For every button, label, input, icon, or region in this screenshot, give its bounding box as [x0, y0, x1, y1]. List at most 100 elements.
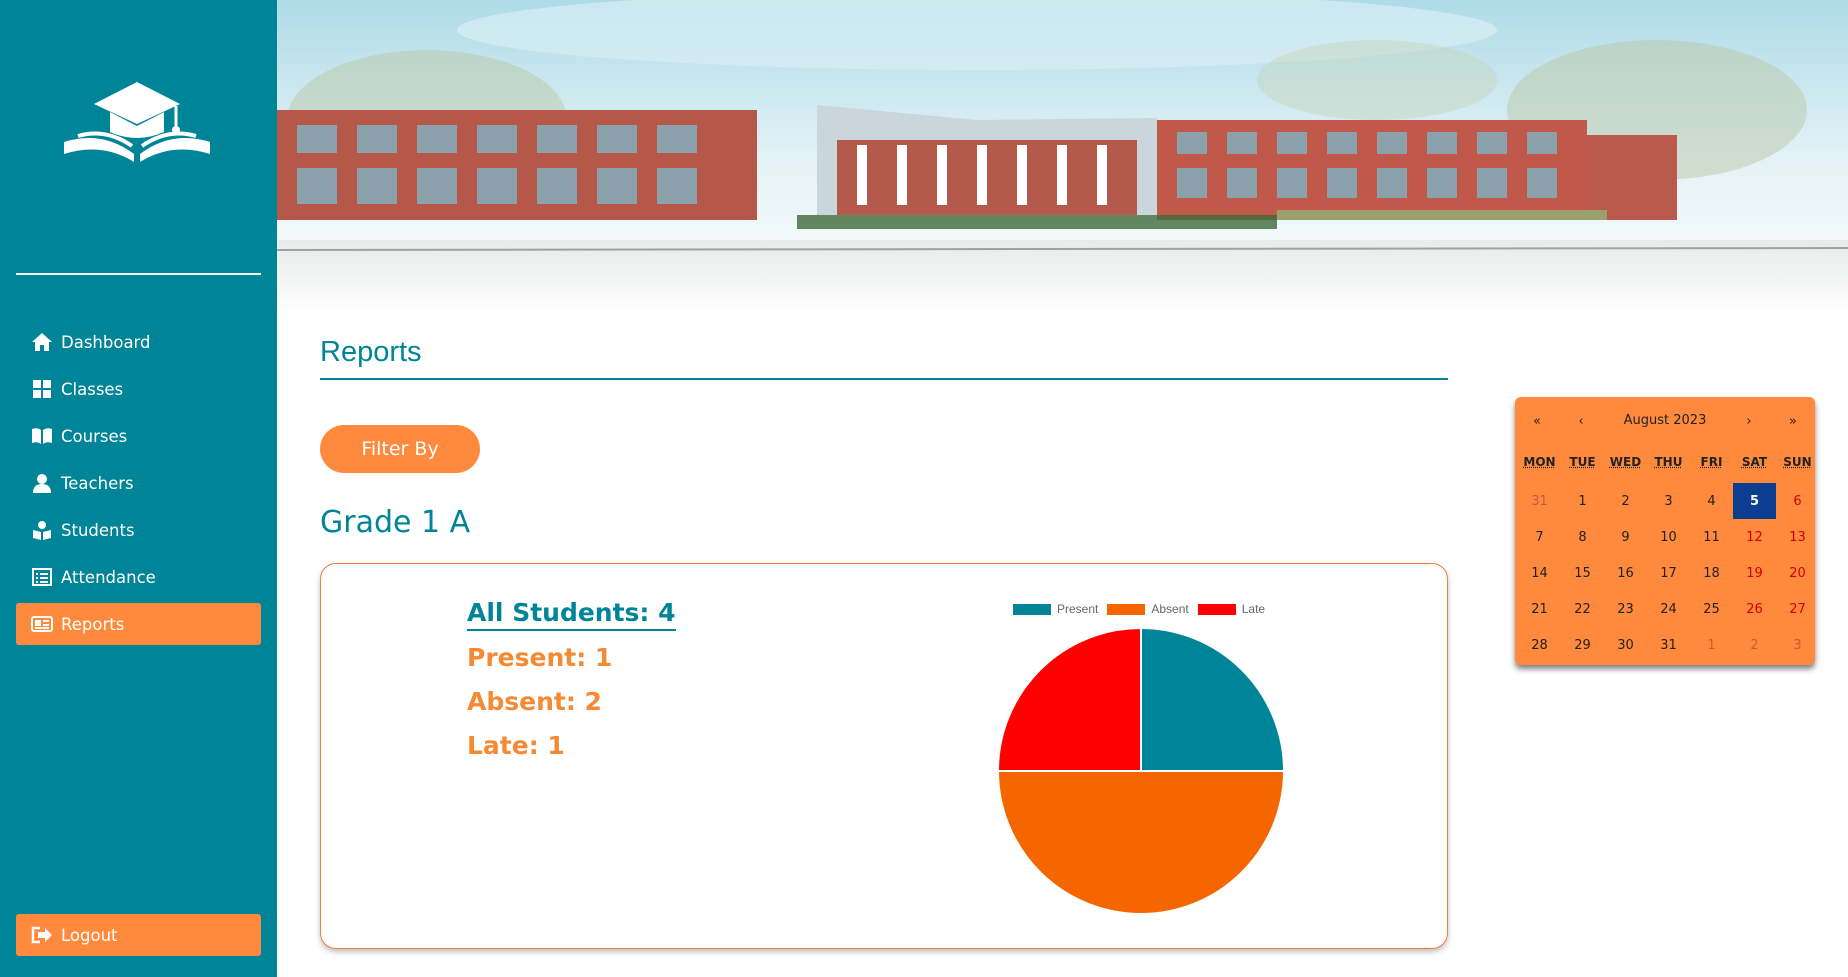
- calendar-day[interactable]: 1: [1561, 483, 1604, 519]
- report-icon: [31, 613, 53, 635]
- calendar-grid: MON TUE WED THU FRI SAT SUN 31 1 2 3 4 5 6 7 8 9 10 11 12 13…: [1518, 455, 1819, 663]
- sidebar-item-attendance[interactable]: Attendance: [16, 556, 261, 598]
- list-icon: [31, 566, 53, 588]
- calendar-next-month-button[interactable]: ›: [1737, 411, 1761, 431]
- calendar-day[interactable]: 10: [1647, 519, 1690, 555]
- calendar-day[interactable]: 26: [1733, 591, 1776, 627]
- calendar-next-year-button[interactable]: »: [1781, 411, 1805, 431]
- calendar-day[interactable]: 6: [1776, 483, 1819, 519]
- calendar-day[interactable]: 4: [1690, 483, 1733, 519]
- legend-swatch: [1013, 603, 1051, 615]
- all-students-link[interactable]: All Students: 4: [467, 598, 676, 631]
- logout-icon: [31, 924, 53, 946]
- calendar-day[interactable]: 17: [1647, 555, 1690, 591]
- book-icon: [31, 425, 53, 447]
- legend-label: Absent: [1151, 602, 1189, 616]
- late-count: Late: 1: [467, 731, 565, 760]
- calendar-weekday: SUN: [1783, 455, 1812, 469]
- sidebar-item-label: Teachers: [61, 473, 134, 493]
- calendar-day[interactable]: 28: [1518, 627, 1561, 663]
- calendar-day[interactable]: 25: [1690, 591, 1733, 627]
- calendar-prev-year-button[interactable]: «: [1525, 411, 1549, 431]
- sidebar: Dashboard Classes Courses Teachers Stude…: [0, 0, 277, 977]
- calendar-day[interactable]: 30: [1604, 627, 1647, 663]
- graduation-book-icon: [64, 82, 210, 162]
- sidebar-item-label: Classes: [61, 379, 124, 399]
- calendar-day[interactable]: 7: [1518, 519, 1561, 555]
- calendar-day[interactable]: 8: [1561, 519, 1604, 555]
- calendar-weekday: TUE: [1569, 455, 1596, 469]
- legend-item[interactable]: Absent: [1107, 602, 1189, 616]
- sidebar-item-label: Courses: [61, 426, 128, 446]
- calendar-day[interactable]: 21: [1518, 591, 1561, 627]
- legend-label: Present: [1057, 602, 1099, 616]
- calendar-prev-month-button[interactable]: ‹: [1569, 411, 1593, 431]
- present-count: Present: 1: [467, 643, 613, 672]
- calendar-day[interactable]: 14: [1518, 555, 1561, 591]
- calendar-day[interactable]: 16: [1604, 555, 1647, 591]
- calendar-day[interactable]: 31: [1518, 483, 1561, 519]
- sidebar-nav: Dashboard Classes Courses Teachers Stude…: [16, 321, 261, 650]
- calendar: « ‹ August 2023 › » MON TUE WED THU FRI SAT SU…: [1515, 397, 1815, 665]
- student-icon: [31, 519, 53, 541]
- calendar-day[interactable]: 3: [1647, 483, 1690, 519]
- logout-label: Logout: [61, 925, 118, 945]
- calendar-day[interactable]: 9: [1604, 519, 1647, 555]
- calendar-weekday: SAT: [1741, 455, 1768, 469]
- legend-item[interactable]: Present: [1013, 602, 1098, 616]
- sidebar-item-label: Dashboard: [61, 332, 151, 352]
- calendar-weekday: THU: [1654, 455, 1683, 469]
- calendar-day[interactable]: 5: [1733, 483, 1776, 519]
- calendar-weekday: FRI: [1700, 455, 1723, 469]
- calendar-day[interactable]: 29: [1561, 627, 1604, 663]
- home-icon: [31, 331, 53, 353]
- calendar-weekday: WED: [1609, 455, 1642, 469]
- calendar-day[interactable]: 3: [1776, 627, 1819, 663]
- sidebar-item-label: Reports: [61, 614, 125, 634]
- calendar-weekday: MON: [1523, 455, 1556, 469]
- pie-slice-absent[interactable]: [998, 770, 1284, 914]
- calendar-day[interactable]: 31: [1647, 627, 1690, 663]
- pie-slice-late[interactable]: [998, 628, 1142, 772]
- calendar-day[interactable]: 2: [1604, 483, 1647, 519]
- group-title: Grade 1 A: [320, 505, 471, 540]
- calendar-day[interactable]: 2: [1733, 627, 1776, 663]
- calendar-day[interactable]: 1: [1690, 627, 1733, 663]
- user-icon: [31, 472, 53, 494]
- sidebar-item-classes[interactable]: Classes: [16, 368, 261, 410]
- school-banner-image: [277, 0, 1848, 317]
- calendar-day[interactable]: 20: [1776, 555, 1819, 591]
- attendance-pie-chart: [998, 628, 1284, 914]
- calendar-day[interactable]: 19: [1733, 555, 1776, 591]
- calendar-day[interactable]: 12: [1733, 519, 1776, 555]
- legend-label: Late: [1241, 602, 1266, 616]
- sidebar-item-dashboard[interactable]: Dashboard: [16, 321, 261, 363]
- calendar-day[interactable]: 11: [1690, 519, 1733, 555]
- filter-by-button[interactable]: Filter By: [320, 425, 480, 473]
- chart-legend: Present Absent Late: [1013, 602, 1274, 616]
- legend-swatch: [1197, 603, 1236, 615]
- report-card: All Students: 4 Present: 1 Absent: 2 Lat…: [320, 563, 1448, 949]
- sidebar-item-label: Students: [61, 520, 135, 540]
- legend-item[interactable]: Late: [1197, 602, 1266, 616]
- calendar-day[interactable]: 27: [1776, 591, 1819, 627]
- calendar-day[interactable]: 22: [1561, 591, 1604, 627]
- sidebar-item-students[interactable]: Students: [16, 509, 261, 551]
- sidebar-item-courses[interactable]: Courses: [16, 415, 261, 457]
- calendar-month-label[interactable]: August 2023: [1595, 411, 1735, 431]
- calendar-day[interactable]: 13: [1776, 519, 1819, 555]
- calendar-day[interactable]: 24: [1647, 591, 1690, 627]
- calendar-day[interactable]: 15: [1561, 555, 1604, 591]
- absent-count: Absent: 2: [467, 687, 602, 716]
- grid-icon: [31, 378, 53, 400]
- calendar-day[interactable]: 18: [1690, 555, 1733, 591]
- page-title: Reports: [320, 336, 1448, 380]
- pie-slice-present[interactable]: [1140, 628, 1284, 772]
- calendar-day[interactable]: 23: [1604, 591, 1647, 627]
- sidebar-divider: [16, 273, 261, 275]
- legend-swatch: [1107, 603, 1146, 615]
- sidebar-item-label: Attendance: [61, 567, 156, 587]
- sidebar-item-teachers[interactable]: Teachers: [16, 462, 261, 504]
- logout-button[interactable]: Logout: [16, 914, 261, 956]
- sidebar-item-reports[interactable]: Reports: [16, 603, 261, 645]
